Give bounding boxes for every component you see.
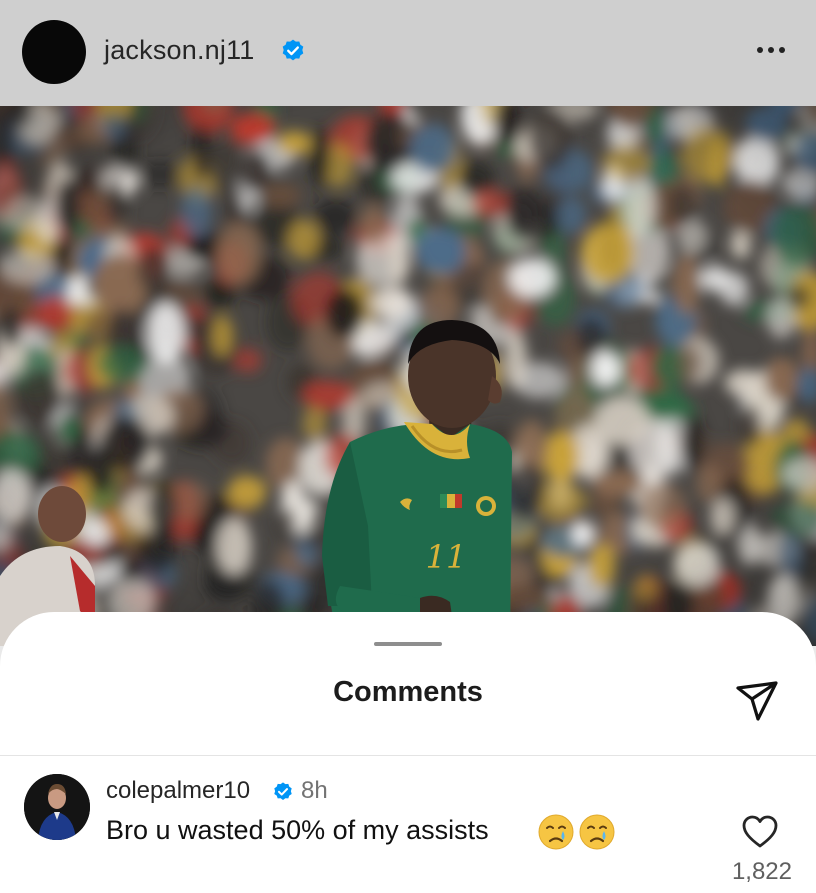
comments-sheet: Comments colepalmer10 8h Bro u wasted 50… (0, 612, 816, 893)
verified-badge-icon (274, 782, 292, 800)
post-photo[interactable]: 11 (0, 106, 816, 646)
comment-timestamp: 8h (301, 777, 328, 804)
jersey-number: 11 (426, 538, 467, 576)
post-header: jackson.nj11 (0, 0, 816, 106)
verified-badge-icon (282, 39, 304, 61)
comments-title: Comments (333, 676, 483, 708)
commenter-avatar[interactable] (24, 774, 90, 840)
paper-plane-icon[interactable] (734, 678, 780, 724)
stadium-photo: 11 (0, 106, 816, 646)
more-horizontal-icon[interactable] (752, 38, 790, 62)
commenter-username[interactable]: colepalmer10 (106, 776, 250, 806)
post-username[interactable]: jackson.nj11 (104, 32, 255, 68)
crying-face-icon (579, 814, 615, 850)
sheet-grabber-handle[interactable] (374, 642, 442, 646)
comment-text: Bro u wasted 50% of my assists (106, 815, 489, 845)
like-count: 1,822 (731, 858, 792, 885)
comment-item: colepalmer10 8h Bro u wasted 50% of my a… (0, 756, 816, 893)
crying-face-icon (538, 814, 574, 850)
profile-avatar[interactable] (22, 20, 86, 84)
heart-outline-icon[interactable] (741, 814, 779, 850)
